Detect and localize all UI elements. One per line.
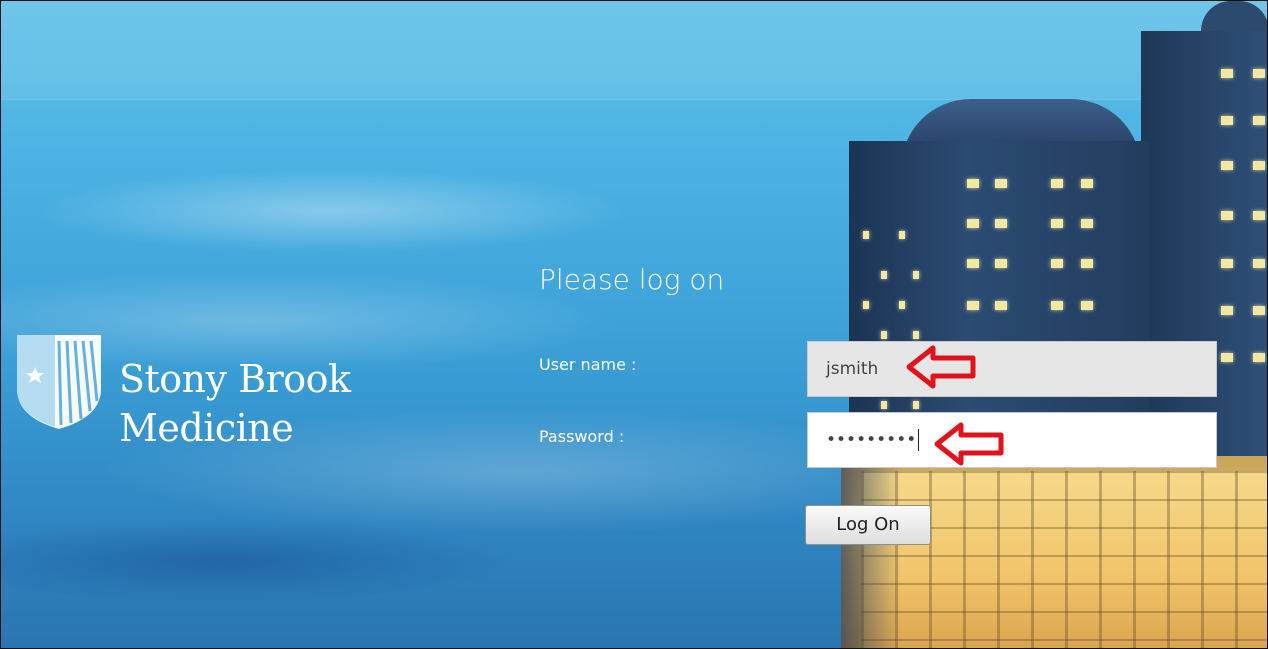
lit-window <box>1081 301 1093 310</box>
lit-window <box>1051 259 1063 268</box>
log-on-button[interactable]: Log On <box>805 505 931 545</box>
lit-window <box>1051 301 1063 310</box>
logo-text-line1: Stony Brook <box>119 357 351 401</box>
lit-window <box>863 301 869 309</box>
lit-window <box>995 301 1007 310</box>
lit-window <box>1221 116 1233 125</box>
lit-window <box>1253 161 1265 170</box>
lit-window <box>899 301 905 309</box>
lit-window <box>913 401 919 409</box>
lit-window <box>1081 259 1093 268</box>
lit-window <box>995 259 1007 268</box>
annotation-arrow-icon <box>906 345 976 389</box>
lit-window <box>1221 161 1233 170</box>
lit-window <box>967 179 979 188</box>
lit-window <box>881 331 887 339</box>
building-shadow <box>841 456 901 648</box>
lit-window <box>863 231 869 239</box>
username-value: jsmith <box>826 359 879 379</box>
lit-window <box>1253 306 1265 315</box>
lit-window <box>1221 306 1233 315</box>
shield-logo-icon <box>17 335 101 429</box>
lit-window <box>1221 211 1233 220</box>
lit-window <box>1253 259 1265 268</box>
lit-window <box>1221 69 1233 78</box>
username-label: User name : <box>539 355 637 374</box>
lit-window <box>1221 353 1233 362</box>
lit-window <box>967 219 979 228</box>
lit-window <box>1081 179 1093 188</box>
lit-window <box>1253 353 1265 362</box>
lit-window <box>1221 259 1233 268</box>
password-value: ••••••••• <box>826 430 917 450</box>
lit-window <box>881 271 887 279</box>
lit-window <box>1081 219 1093 228</box>
login-page: Stony Brook Medicine Please log on User … <box>0 0 1268 649</box>
text-caret <box>918 429 920 451</box>
lit-window <box>1051 179 1063 188</box>
lit-window <box>881 401 887 409</box>
lit-window <box>1051 219 1063 228</box>
stony-brook-medicine-logo: Stony Brook Medicine <box>15 331 375 451</box>
lit-window <box>1253 116 1265 125</box>
login-title: Please log on <box>539 263 725 296</box>
annotation-arrow-icon <box>934 422 1004 466</box>
lit-window <box>967 301 979 310</box>
top-banner <box>1 1 1267 99</box>
username-field[interactable]: jsmith <box>807 341 1217 397</box>
lit-window <box>995 179 1007 188</box>
lit-window <box>913 271 919 279</box>
lit-window <box>1253 69 1265 78</box>
lit-window <box>899 231 905 239</box>
password-label: Password : <box>539 427 625 446</box>
lit-window <box>995 219 1007 228</box>
password-field[interactable]: ••••••••• <box>807 412 1217 468</box>
lit-window <box>967 259 979 268</box>
logo-text-line2: Medicine <box>119 406 294 450</box>
building-glass-facade <box>861 471 1267 648</box>
lit-window <box>1253 211 1265 220</box>
lit-window <box>913 331 919 339</box>
